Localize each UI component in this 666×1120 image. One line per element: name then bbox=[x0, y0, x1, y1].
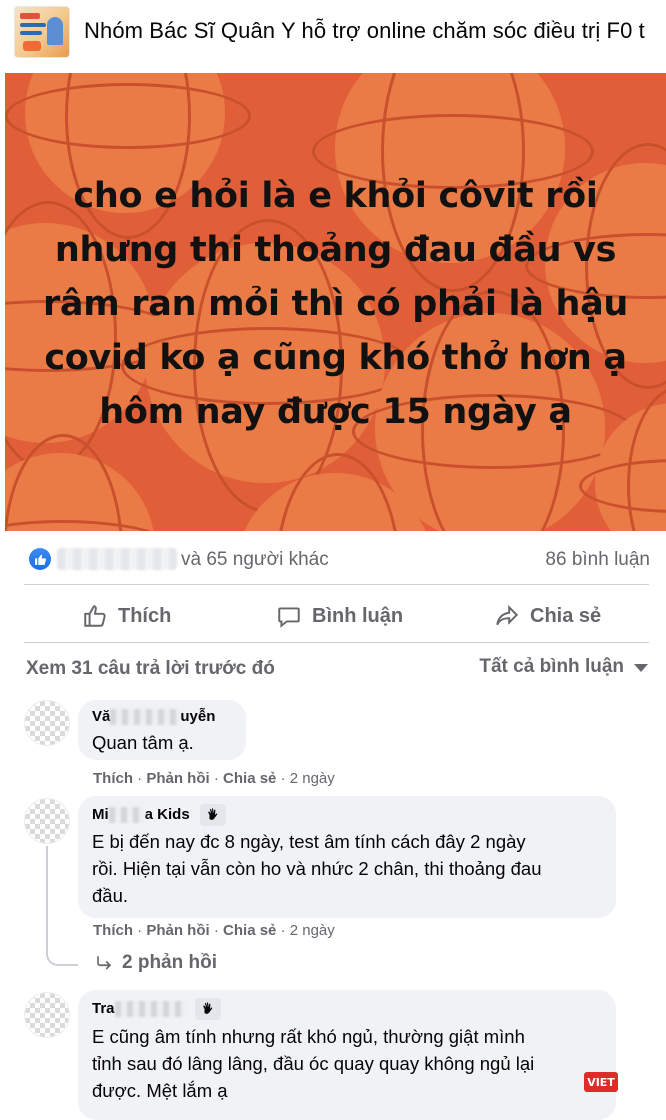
comment-bubble-icon bbox=[278, 607, 300, 628]
waving-hand-icon bbox=[199, 804, 226, 826]
commenter-avatar[interactable] bbox=[24, 700, 70, 746]
redacted-mask bbox=[110, 709, 181, 726]
comment-count[interactable]: 86 bình luận bbox=[545, 549, 650, 571]
comment-button[interactable]: Bình luận bbox=[276, 600, 403, 632]
share-button[interactable]: Chia sẻ bbox=[494, 600, 601, 632]
comment-text-line: E cũng âm tính nhưng rất khó ngủ, thường… bbox=[92, 1026, 525, 1047]
reply-arrow-icon bbox=[97, 956, 112, 970]
comment-share-link[interactable]: Chia sẻ bbox=[223, 770, 276, 787]
comment-text-line: được. Mệt lắm ạ bbox=[92, 1080, 228, 1101]
comment-author-tail: uyễn bbox=[180, 708, 216, 725]
comment-filter-dropdown[interactable]: Tất cả bình luận bbox=[479, 656, 648, 678]
comment-author-visible: Vă bbox=[92, 708, 111, 725]
comment-bubble: Mi a Kids E bị đến nay đc 8 ngày, test âm… bbox=[78, 796, 616, 918]
comment-author-visible: Tra bbox=[92, 999, 115, 1017]
waving-hand-icon bbox=[194, 998, 221, 1020]
comment-share-link[interactable]: Chia sẻ bbox=[223, 922, 276, 939]
post-text-line: hôm nay được 15 ngày ạ bbox=[99, 392, 572, 432]
group-avatar[interactable] bbox=[14, 6, 70, 58]
thumbs-up-icon bbox=[84, 605, 106, 627]
comment-text-line: đầu. bbox=[92, 885, 129, 906]
comment-text: Quan tâm ạ. bbox=[92, 732, 194, 753]
comment-text-line: tỉnh sau đó lâng lâng, đầu óc quay quay … bbox=[92, 1053, 535, 1074]
redacted-mask bbox=[114, 1001, 185, 1017]
comment-filter-label: Tất cả bình luận bbox=[479, 656, 624, 677]
like-button[interactable]: Thích bbox=[82, 600, 171, 632]
comment-reply-link[interactable]: Phản hồi bbox=[146, 770, 209, 787]
comment-author[interactable]: Tra bbox=[92, 998, 221, 1020]
post-text: cho e hỏi là e khỏi côvit rồi nhưng thi … bbox=[5, 169, 666, 439]
post-text-line: cho e hỏi là e khỏi côvit rồi bbox=[73, 176, 598, 216]
comment-like-link[interactable]: Thích bbox=[93, 922, 133, 939]
group-title[interactable]: Nhóm Bác Sĩ Quân Y hỗ trợ online chăm só… bbox=[84, 18, 645, 44]
thread-line bbox=[46, 846, 48, 932]
reactions-row: và 65 người khác 86 bình luận bbox=[5, 540, 666, 580]
comment-time[interactable]: 2 ngày bbox=[290, 770, 335, 787]
comment-label: Bình luận bbox=[312, 604, 404, 627]
caret-down-icon bbox=[634, 664, 648, 672]
post-text-line: râm ran mỏi thì có phải là hậu bbox=[42, 284, 629, 324]
comment-like-link[interactable]: Thích bbox=[93, 770, 133, 787]
commenter-avatar[interactable] bbox=[24, 798, 70, 844]
share-arrow-icon bbox=[496, 604, 519, 626]
comment-author[interactable]: Vă uyễn bbox=[92, 708, 216, 726]
divider bbox=[24, 642, 649, 643]
comment-bubble: Vă uyễn Quan tâm ạ. bbox=[78, 700, 246, 760]
post-background-card: cho e hỏi là e khỏi côvit rồi nhưng thi … bbox=[5, 73, 666, 531]
replies-label: 2 phản hồi bbox=[122, 952, 217, 973]
divider bbox=[24, 584, 649, 585]
comment-reply-link[interactable]: Phản hồi bbox=[146, 922, 209, 939]
thread-connector bbox=[46, 930, 78, 966]
share-label: Chia sẻ bbox=[530, 604, 602, 627]
like-label: Thích bbox=[118, 604, 172, 627]
comment-bubble: Tra E cũng âm tính nhưng rất khó ngủ, th… bbox=[78, 990, 616, 1120]
redacted-mask bbox=[108, 807, 145, 823]
comment-author-visible: Mi bbox=[92, 805, 109, 823]
comment-text-line: rồi. Hiện tại vẫn còn ho và nhức 2 chân,… bbox=[92, 858, 542, 879]
commenter-avatar[interactable] bbox=[24, 992, 70, 1038]
post-text-line: nhưng thi thoảng đau đầu vs bbox=[54, 230, 617, 270]
view-previous-replies-link[interactable]: Xem 31 câu trả lời trước đó bbox=[26, 658, 275, 680]
comment-meta: Thích · Phản hồi · Chia sẻ · 2 ngày bbox=[93, 922, 335, 939]
comment-author-tail: a Kids bbox=[144, 805, 190, 823]
comment-author[interactable]: Mi a Kids bbox=[92, 804, 226, 826]
post-text-line: covid ko ạ cũng khó thở hơn ạ bbox=[44, 338, 627, 378]
reactions-others[interactable]: và 65 người khác bbox=[181, 549, 329, 571]
watermark-logo: VIET bbox=[584, 1072, 618, 1092]
like-reaction-icon[interactable] bbox=[29, 548, 51, 570]
group-header: Nhóm Bác Sĩ Quân Y hỗ trợ online chăm só… bbox=[0, 0, 666, 64]
comment-text-line: E bị đến nay đc 8 ngày, test âm tính các… bbox=[92, 831, 526, 852]
comment-time[interactable]: 2 ngày bbox=[290, 922, 335, 939]
comment-text: E cũng âm tính nhưng rất khó ngủ, thường… bbox=[92, 1023, 534, 1104]
view-replies-link[interactable]: 2 phản hồi bbox=[94, 952, 217, 974]
comment-text: E bị đến nay đc 8 ngày, test âm tính các… bbox=[92, 828, 541, 909]
reactor-name-redacted[interactable] bbox=[57, 548, 177, 570]
comment-meta: Thích · Phản hồi · Chia sẻ · 2 ngày bbox=[93, 770, 335, 787]
